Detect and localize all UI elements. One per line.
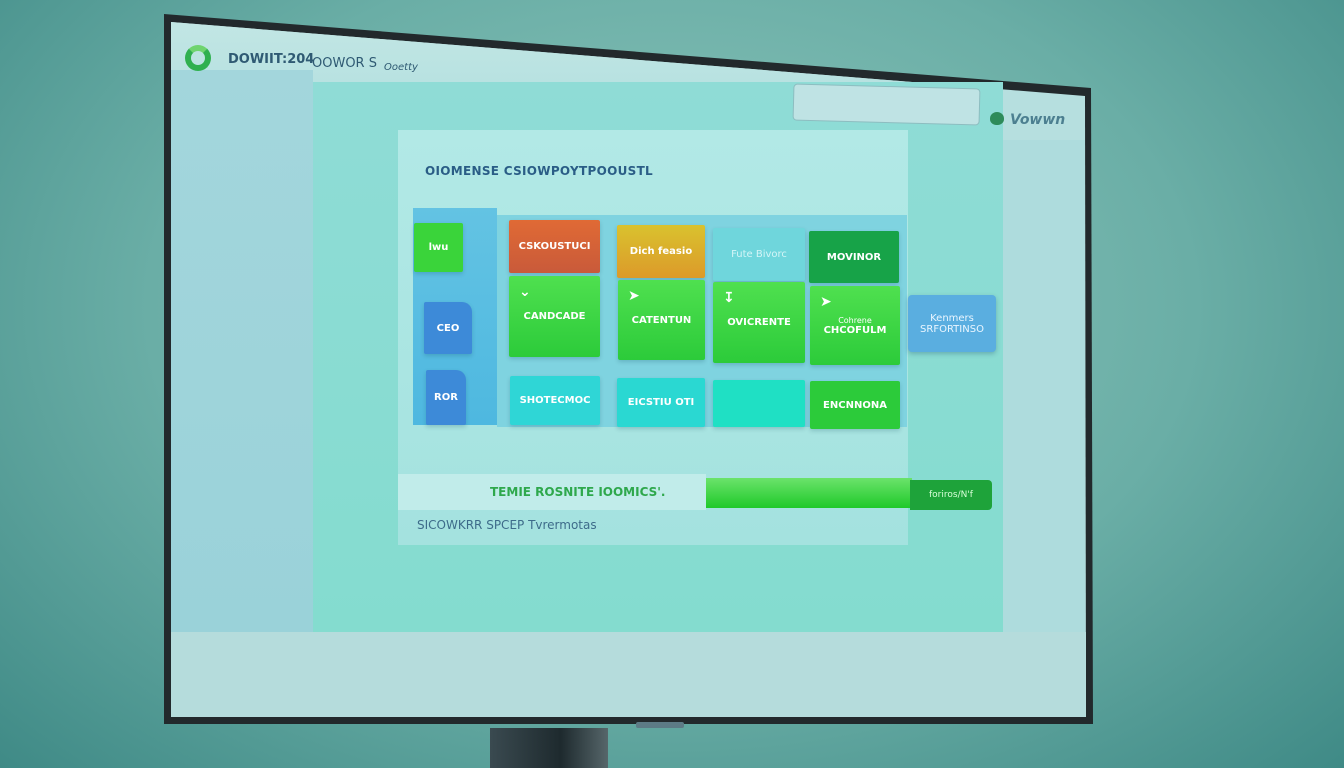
app-logo-icon[interactable] [185, 45, 211, 71]
tile-col1-top[interactable]: CSKOUSTUCI [509, 220, 600, 273]
side-button-line2: SRFORTINSO [920, 323, 984, 335]
row-label-1[interactable]: lwu [414, 223, 463, 272]
nav-item-1[interactable]: OOWOR S [312, 56, 377, 71]
sidebar [171, 70, 313, 632]
chevron-down-icon: ⌄ [519, 284, 531, 300]
tile-label: Dich feasio [629, 246, 693, 257]
tile-label: CATENTUN [631, 314, 692, 326]
tile-col4-bottom[interactable]: ENCNNONA [810, 381, 900, 429]
tile-col1-bottom[interactable]: SHOTECMOC [510, 376, 600, 425]
arrow-down-icon: ↧ [723, 290, 735, 306]
row-label-text: ROR [434, 392, 458, 403]
search-input[interactable] [792, 83, 981, 126]
side-action-button[interactable]: Kenmers SRFORTINSO [908, 295, 996, 352]
monitor-stand [490, 728, 608, 768]
user-name[interactable]: Vowwn [1010, 112, 1065, 128]
app-name: DOWIIT:204 [228, 52, 315, 67]
tile-label: EICSTIU OTI [627, 397, 695, 408]
footnote: SICOWKRR SPCEP Tvrermotas [417, 518, 597, 532]
tile-label: Fute Bivorc [731, 249, 787, 260]
progress-end-button[interactable]: foriros/N'f [910, 480, 992, 510]
row-label-text: CEO [436, 322, 460, 334]
row-label-3[interactable]: ROR [426, 370, 466, 425]
bottom-strip [171, 632, 1086, 717]
nav-item-2[interactable]: Ooetty [384, 62, 418, 73]
power-indicator [636, 722, 684, 728]
tile-col1-middle[interactable]: ⌄ CANDCADE [509, 276, 600, 357]
tile-label: CANDCADE [523, 311, 586, 322]
progress-label: TEMIE ROSNITE IOOMICS'. [490, 485, 666, 499]
tile-col2-middle[interactable]: ➤ CATENTUN [618, 280, 705, 360]
tile-col4-top[interactable]: MOVINOR [809, 231, 899, 283]
tile-label: CHCOFULM [823, 324, 887, 336]
tile-label: SHOTECMOC [519, 395, 591, 406]
row-label-text: lwu [428, 242, 449, 253]
tile-col4-middle[interactable]: ➤ Cohrene CHCOFULM [810, 286, 900, 365]
tile-col2-top[interactable]: Dich feasio [617, 225, 705, 278]
tile-label: MOVINOR [826, 251, 882, 263]
tile-label: OVICRENTE [727, 317, 791, 328]
tile-col3-bottom[interactable] [713, 380, 805, 427]
arrow-icon: ➤ [628, 288, 640, 304]
tile-col3-top[interactable]: Fute Bivorc [713, 228, 805, 281]
tile-label: CSKOUSTUCI [518, 241, 591, 252]
side-button-line1: Kenmers [930, 312, 974, 324]
tile-label: ENCNNONA [823, 399, 887, 411]
row-label-2[interactable]: CEO [424, 302, 472, 354]
progress-end-label: foriros/N'f [929, 490, 973, 500]
tile-col3-middle[interactable]: ↧ OVICRENTE [713, 282, 805, 363]
tile-col2-bottom[interactable]: EICSTIU OTI [617, 378, 705, 427]
right-column [1003, 140, 1085, 632]
card-title: OIOMENSE CSIOWPOYTPOOUSTL [425, 164, 653, 178]
progress-bar-fill [706, 478, 912, 508]
arrow-left-icon: ➤ [820, 294, 832, 310]
user-icon[interactable] [990, 112, 1004, 125]
tile-sublabel: Cohrene [838, 315, 872, 325]
